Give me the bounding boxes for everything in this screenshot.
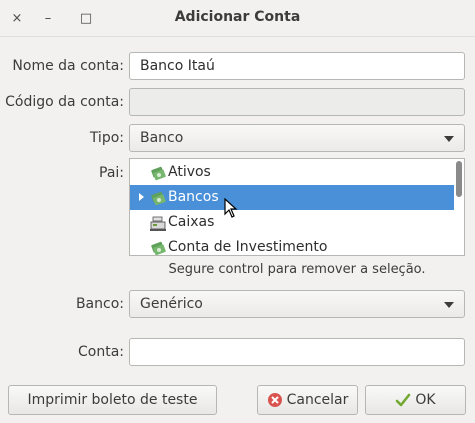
- account-code-label: Código da conta:: [5, 94, 124, 110]
- cancel-button[interactable]: Cancelar: [257, 385, 358, 415]
- parent-label: Pai:: [99, 165, 124, 181]
- print-test-slip-button[interactable]: Imprimir boleto de teste: [8, 385, 217, 415]
- checkmark-icon: [395, 392, 411, 408]
- account-type-label: Tipo:: [89, 130, 124, 146]
- tree-row-caixas[interactable]: Caixas: [130, 210, 454, 235]
- mouse-pointer-icon: [224, 198, 238, 218]
- tree-row-ativos[interactable]: Ativos: [130, 160, 454, 185]
- tree-row-label: Bancos: [168, 189, 219, 205]
- cancel-button-label: Cancelar: [286, 392, 349, 408]
- bank-select[interactable]: Genérico: [129, 290, 465, 318]
- ok-button[interactable]: OK: [365, 385, 466, 415]
- money-icon: [150, 190, 166, 206]
- money-icon: [150, 240, 166, 255]
- selection-hint: Segure control para remover a seleção.: [168, 262, 426, 277]
- chevron-down-icon: [444, 302, 454, 308]
- account-type-value: Banco: [140, 130, 184, 146]
- account-number-input[interactable]: [129, 338, 465, 366]
- print-button-label: Imprimir boleto de teste: [27, 392, 198, 408]
- cash-register-icon: [150, 215, 166, 231]
- bank-value: Genérico: [140, 296, 203, 312]
- tree-row-label: Ativos: [168, 164, 211, 180]
- tree-row-bancos[interactable]: Bancos: [130, 185, 454, 210]
- account-name-label: Nome da conta:: [12, 58, 124, 74]
- ok-button-label: OK: [415, 392, 436, 408]
- tree-row-conta-investimento[interactable]: Conta de Investimento: [130, 235, 454, 255]
- bank-label: Banco:: [75, 296, 124, 312]
- title-bar: × – □ Adicionar Conta: [0, 0, 475, 37]
- money-icon: [150, 165, 166, 181]
- account-label: Conta:: [78, 344, 124, 360]
- cancel-icon: [267, 392, 283, 408]
- account-type-select[interactable]: Banco: [129, 124, 465, 152]
- window-title: Adicionar Conta: [174, 9, 301, 25]
- expander-arrow-icon[interactable]: [139, 193, 144, 201]
- tree-scrollbar[interactable]: [456, 161, 462, 197]
- tree-row-label: Conta de Investimento: [168, 239, 328, 255]
- parent-account-tree[interactable]: Ativos Bancos Caixas Conta de Investimen…: [129, 158, 465, 256]
- chevron-down-icon: [444, 136, 454, 142]
- account-name-input[interactable]: Banco Itaú: [129, 52, 465, 80]
- account-code-input[interactable]: [129, 88, 465, 116]
- tree-row-label: Caixas: [168, 214, 215, 230]
